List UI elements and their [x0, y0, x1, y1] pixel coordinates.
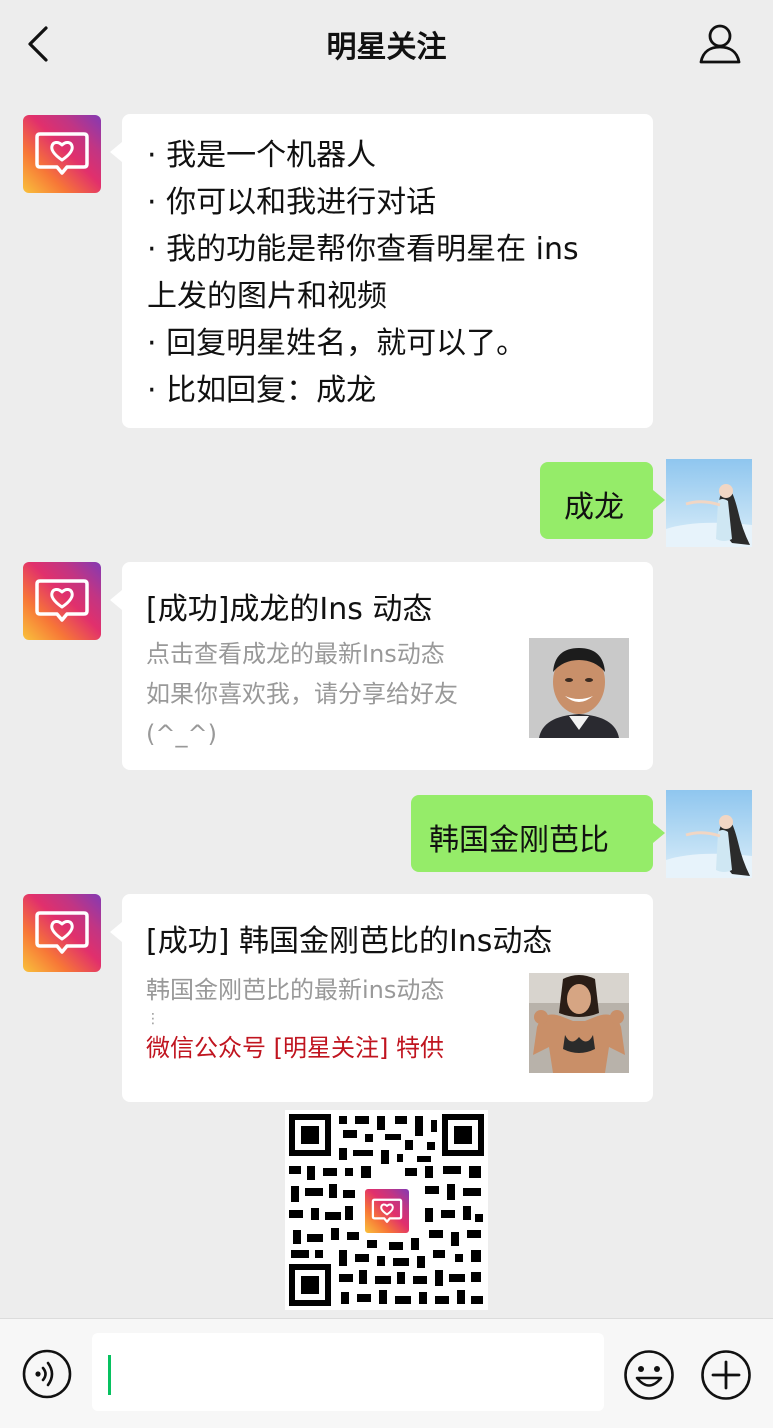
fitness-photo	[529, 973, 629, 1073]
heart-chat-icon	[35, 911, 89, 954]
card-desc-line: 点击查看成龙的最新Ins动态	[146, 640, 445, 668]
intro-line: · 回复明星姓名，就可以了。	[147, 326, 527, 361]
voice-icon[interactable]	[22, 1349, 72, 1399]
intro-line: · 我的功能是帮你查看明星在 ins	[147, 232, 579, 267]
card-thumbnail	[529, 638, 629, 738]
card-title: [成功] 韩国金刚芭比的Ins动态	[146, 924, 553, 959]
card-thumbnail	[529, 973, 629, 1073]
portrait-image	[529, 638, 629, 738]
heart-chat-icon	[371, 1198, 403, 1223]
user-avatar-image	[666, 484, 752, 547]
card-desc-line: 韩国金刚芭比的最新ins动态	[146, 976, 445, 1004]
intro-line: · 你可以和我进行对话	[147, 185, 437, 220]
heart-chat-icon	[35, 579, 89, 622]
page-title: 明星关注	[326, 30, 447, 65]
user-message-bubble: 成龙	[540, 462, 665, 539]
top-bar: 明星关注	[0, 0, 773, 90]
heart-chat-icon	[35, 132, 89, 175]
link-card-korean-barbie[interactable]: [成功] 韩国金刚芭比的Ins动态 韩国金刚芭比的最新ins动态 ⋮ 微信公众号…	[110, 894, 653, 1102]
user-message-bubble: 韩国金刚芭比	[411, 795, 665, 872]
user-message-text: 韩国金刚芭比	[429, 823, 609, 858]
card-promo-text: 微信公众号 [明星关注] 特供	[146, 1034, 444, 1062]
card-desc-line: 如果你喜欢我，请分享给好友	[146, 680, 458, 708]
intro-line: 上发的图片和视频	[147, 279, 387, 314]
link-card-jackie-chan[interactable]: [成功]成龙的Ins 动态 点击查看成龙的最新Ins动态 如果你喜欢我，请分享给…	[110, 562, 653, 770]
intro-line: · 比如回复：成龙	[147, 373, 377, 408]
qr-logo	[362, 1186, 412, 1236]
intro-line: · 我是一个机器人	[147, 138, 377, 173]
qr-code-image	[285, 1110, 488, 1310]
bot-avatar[interactable]	[23, 115, 101, 193]
card-title: [成功]成龙的Ins 动态	[146, 592, 433, 627]
bot-avatar[interactable]	[23, 894, 101, 972]
emoji-icon[interactable]	[623, 1349, 675, 1401]
card-description: 韩国金刚芭比的最新ins动态 ⋮ 微信公众号 [明星关注] 特供	[146, 970, 516, 1068]
card-desc-line: (^_^)	[146, 720, 217, 748]
bot-avatar[interactable]	[23, 562, 101, 640]
user-avatar[interactable]	[666, 459, 752, 547]
user-avatar-image	[666, 815, 752, 878]
card-desc-ellipsis: ⋮	[146, 1011, 160, 1027]
bot-intro-bubble: · 我是一个机器人 · 你可以和我进行对话 · 我的功能是帮你查看明星在 ins…	[110, 114, 653, 428]
input-bar	[0, 1318, 773, 1428]
text-caret	[108, 1355, 111, 1395]
profile-icon[interactable]	[697, 22, 743, 66]
plus-icon[interactable]	[700, 1349, 752, 1401]
message-input[interactable]	[92, 1333, 604, 1411]
user-avatar[interactable]	[666, 790, 752, 878]
card-description: 点击查看成龙的最新Ins动态 如果你喜欢我，请分享给好友 (^_^)	[146, 634, 516, 754]
user-message-text: 成龙	[564, 490, 624, 525]
